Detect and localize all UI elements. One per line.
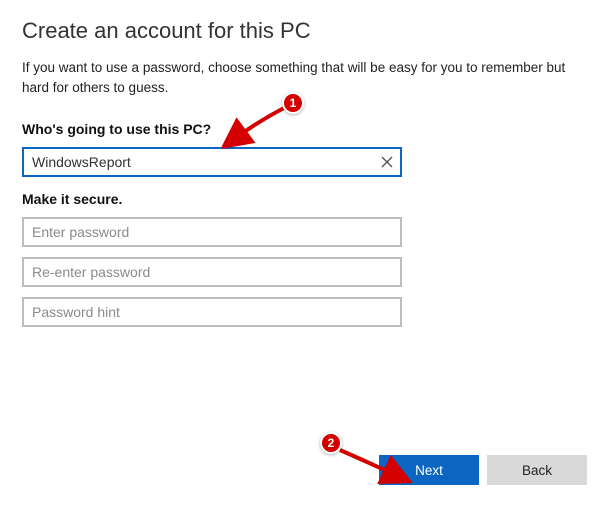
page-title: Create an account for this PC [22,18,591,44]
username-label: Who's going to use this PC? [22,121,591,137]
page-subtitle: If you want to use a password, choose so… [22,58,582,97]
close-icon [381,156,393,168]
password-confirm-input[interactable] [22,257,402,287]
button-row: Next Back [379,455,587,485]
next-button[interactable]: Next [379,455,479,485]
username-input[interactable] [22,147,402,177]
clear-username-button[interactable] [374,149,400,175]
secure-label: Make it secure. [22,191,591,207]
annotation-badge: 2 [320,432,342,454]
password-input[interactable] [22,217,402,247]
password-hint-input[interactable] [22,297,402,327]
back-button[interactable]: Back [487,455,587,485]
